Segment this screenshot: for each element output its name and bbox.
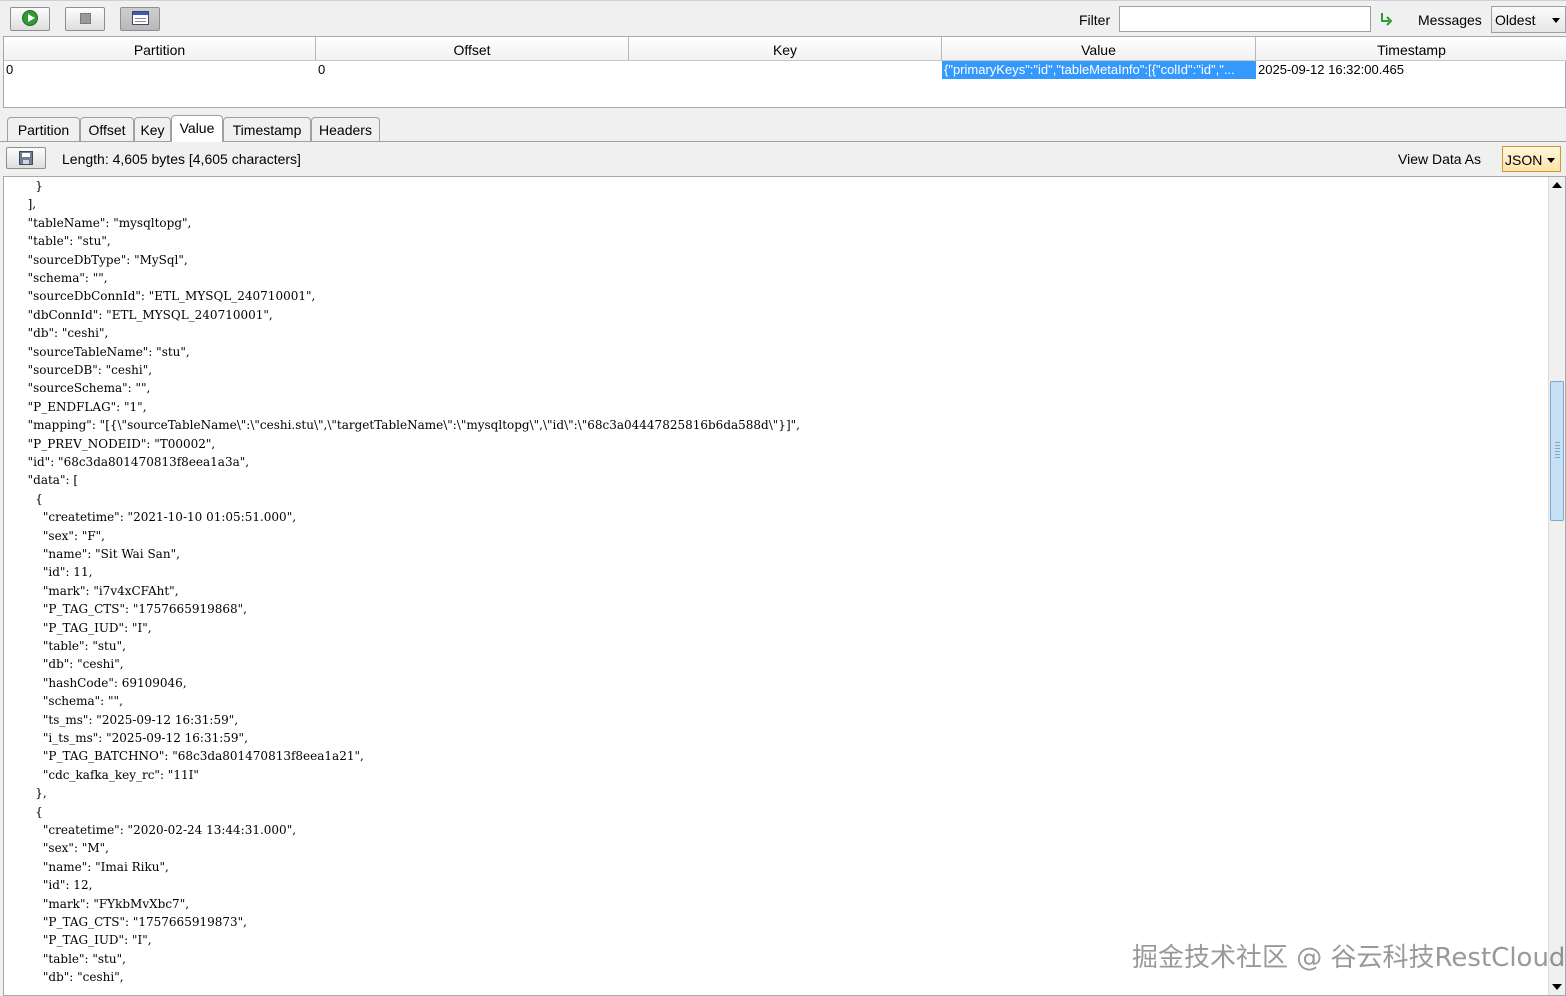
tab-headers[interactable]: Headers (311, 117, 380, 141)
json-line: "schema": "", (20, 694, 123, 709)
json-line: "sex": "M", (20, 841, 109, 856)
chevron-down-icon (1547, 158, 1555, 163)
grip-icon (1555, 442, 1560, 460)
json-line: "db": "ceshi", (20, 657, 124, 672)
json-line: "tableName": "mysqltopg", (20, 215, 192, 230)
column-header-offset[interactable]: Offset (316, 37, 629, 61)
json-line: "table": "stu", (20, 234, 111, 249)
json-line: "id": 11, (20, 565, 93, 580)
save-button[interactable] (6, 147, 46, 169)
detail-tabs: Partition Offset Key Value Timestamp Hea… (0, 115, 1566, 142)
json-line: "P_TAG_IUD": "I", (20, 933, 152, 948)
json-line: "mark": "i7v4xCFAht", (20, 583, 179, 598)
filter-label: Filter (1079, 12, 1111, 28)
toolbar: Filter Messages Oldest (0, 0, 1566, 37)
messages-table: Partition Offset Key Value Timestamp 0 0… (3, 36, 1566, 108)
json-line: "db": "ceshi", (20, 326, 109, 341)
json-line: "cdc_kafka_key_rc": "11I" (20, 767, 199, 782)
tab-partition[interactable]: Partition (7, 117, 80, 141)
json-line: "name": "Imai Riku", (20, 859, 169, 874)
json-line: "createtime": "2020-02-24 13:44:31.000", (20, 823, 297, 837)
json-line: "mark": "FYkbMvXbc7", (20, 896, 190, 911)
scroll-up-icon[interactable] (1552, 182, 1562, 188)
stop-button[interactable] (65, 7, 105, 31)
column-header-key[interactable]: Key (629, 37, 942, 61)
json-line: "P_TAG_IUD": "I", (20, 620, 152, 635)
json-line: "mapping": "[{\"sourceTableName\":\"cesh… (20, 418, 800, 433)
json-line: "P_PREV_NODEID": "T00002", (20, 436, 216, 451)
json-line: "hashCode": 69109046, (20, 675, 187, 690)
column-header-value[interactable]: Value (942, 37, 1256, 61)
json-line: "createtime": "2021-10-10 01:05:51.000", (20, 510, 297, 525)
view-data-as-select[interactable]: JSON (1502, 146, 1561, 172)
json-line: "table": "stu", (20, 951, 126, 966)
json-line: "table": "stu", (20, 639, 126, 653)
json-line: "data": [ (20, 473, 79, 488)
json-line: "P_ENDFLAG": "1", (20, 399, 147, 414)
json-line: "sourceSchema": "", (20, 381, 151, 396)
tab-key[interactable]: Key (134, 117, 171, 141)
json-line: "sex": "F", (20, 528, 105, 543)
tab-offset[interactable]: Offset (80, 117, 134, 141)
watermark: 掘金技术社区 @ 谷云科技RestCloud (1132, 943, 1566, 973)
json-line: "dbConnId": "ETL_MYSQL_240710001", (20, 307, 273, 322)
view-toggle-button[interactable] (120, 7, 160, 31)
json-line: "id": "68c3da801470813f8eea1a3a", (20, 455, 250, 469)
floppy-disk-icon (19, 151, 33, 165)
value-viewer[interactable]: } ], "tableName": "mysqltopg", "table": … (3, 176, 1566, 996)
json-line: "P_TAG_CTS": "1757665919868", (20, 602, 247, 617)
tab-value[interactable]: Value (171, 115, 223, 142)
cell-key[interactable] (629, 61, 942, 79)
window-icon (132, 11, 149, 25)
column-header-timestamp[interactable]: Timestamp (1256, 37, 1566, 61)
chevron-down-icon (1552, 18, 1560, 23)
start-button[interactable] (10, 7, 50, 31)
apply-filter-icon[interactable] (1378, 11, 1394, 27)
json-line: { (20, 804, 43, 819)
view-data-as-label: View Data As (1398, 151, 1482, 167)
cell-timestamp[interactable]: 2025-09-12 16:32:00.465 (1256, 61, 1566, 79)
scrollbar-thumb[interactable] (1550, 381, 1564, 521)
json-line: "P_TAG_CTS": "1757665919873", (20, 915, 247, 929)
json-line: { (20, 491, 43, 506)
vertical-scrollbar[interactable] (1548, 177, 1565, 995)
column-header-partition[interactable]: Partition (4, 37, 316, 61)
filter-input[interactable] (1119, 6, 1371, 32)
stop-icon (80, 13, 91, 24)
tab-timestamp[interactable]: Timestamp (223, 117, 311, 141)
json-line: } (20, 179, 43, 193)
json-line: "sourceTableName": "stu", (20, 344, 190, 359)
json-line: "db": "ceshi", (20, 970, 124, 985)
messages-label: Messages (1418, 12, 1482, 28)
json-line: "schema": "", (20, 271, 108, 285)
cell-offset[interactable]: 0 (316, 61, 629, 79)
json-line: "id": 12, (20, 878, 93, 893)
json-line: "sourceDbType": "MySql", (20, 252, 188, 267)
json-line: "sourceDbConnId": "ETL_MYSQL_240710001", (20, 289, 316, 304)
json-line: "i_ts_ms": "2025-09-12 16:31:59", (20, 731, 248, 745)
view-data-as-value: JSON (1505, 152, 1543, 168)
play-icon (22, 10, 38, 26)
cell-value[interactable]: {"primaryKeys":"id","tableMetaInfo":[{"c… (942, 61, 1256, 79)
json-line: "sourceDB": "ceshi", (20, 363, 153, 377)
json-line: "P_TAG_BATCHNO": "68c3da801470813f8eea1a… (20, 749, 364, 764)
json-line: ], (20, 197, 37, 212)
length-text: Length: 4,605 bytes [4,605 characters] (62, 151, 301, 167)
messages-select[interactable]: Oldest (1491, 6, 1566, 33)
json-line: }, (20, 786, 47, 801)
json-line: "name": "Sit Wai San", (20, 547, 180, 561)
cell-partition[interactable]: 0 (4, 61, 316, 79)
value-infobar: Length: 4,605 bytes [4,605 characters] V… (0, 142, 1566, 175)
scroll-down-icon[interactable] (1552, 984, 1562, 990)
json-line: "ts_ms": "2025-09-12 16:31:59", (20, 712, 239, 727)
messages-select-value: Oldest (1495, 12, 1536, 28)
